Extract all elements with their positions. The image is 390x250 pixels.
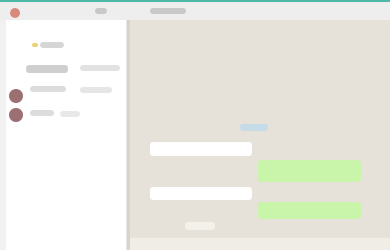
sidebar [0,20,127,250]
app-window [0,0,390,250]
header-title [150,8,186,14]
header-menu-item[interactable] [95,8,107,14]
message-tag [240,124,268,131]
sidebar-item-label[interactable] [40,42,64,48]
sidebar-item-label[interactable] [30,86,66,92]
message-bubble-outgoing [258,202,361,219]
sidebar-item-meta [60,111,80,117]
header-bar [0,2,390,21]
message-composer[interactable] [130,238,390,250]
sidebar-item-label[interactable] [30,110,54,116]
sidebar-item-label[interactable] [26,65,68,73]
app-icon[interactable] [10,8,20,18]
sidebar-item-meta [80,87,112,93]
status-icon [32,43,38,47]
message-bubble-incoming [150,142,252,156]
message-bubble-outgoing [258,160,361,182]
avatar[interactable] [9,89,23,103]
panel-divider[interactable] [127,20,130,250]
sidebar-rail [0,20,6,250]
avatar[interactable] [9,108,23,122]
message-bubble-incoming [150,187,252,200]
sidebar-item-meta [80,65,120,71]
composer-hint [185,222,215,230]
